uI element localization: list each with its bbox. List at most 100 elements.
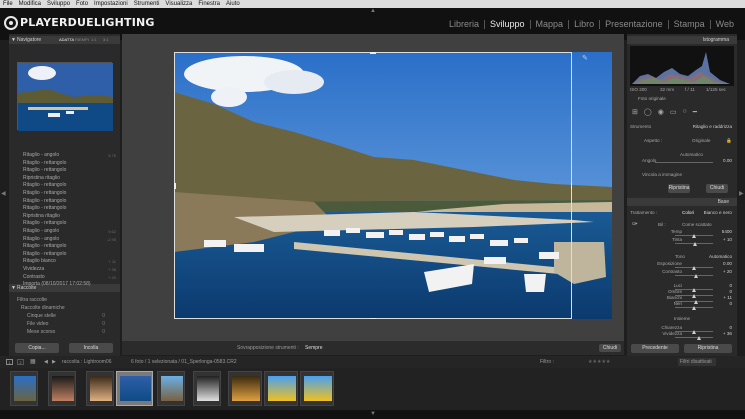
- nav-option-1to1[interactable]: 1:1: [91, 36, 97, 44]
- slider-knob[interactable]: [696, 336, 701, 340]
- nav-back-icon[interactable]: ◀: [44, 356, 48, 368]
- crop-reset-button[interactable]: Ripristina: [668, 184, 690, 193]
- filmstrip-thumbnail[interactable]: [228, 371, 262, 406]
- filmstrip-thumbnail[interactable]: [10, 371, 38, 406]
- treatment-color[interactable]: Colori: [682, 210, 694, 216]
- filmstrip-thumbnail[interactable]: [264, 371, 298, 406]
- menu-item-7[interactable]: Finestra: [198, 0, 220, 8]
- menu-item-5[interactable]: Strumenti: [134, 0, 160, 8]
- navigator-header[interactable]: ▼ Navigatore ADATTA RIEMPI 1:1 3:1: [9, 36, 120, 44]
- history-item[interactable]: Ritaglio - rettangolo: [9, 243, 120, 251]
- history-item[interactable]: Ripristina ritaglio: [9, 213, 120, 221]
- original-photo-toggle[interactable]: Foto originale: [630, 96, 734, 102]
- nav-option-fit[interactable]: ADATTA: [59, 36, 74, 44]
- menu-item-6[interactable]: Visualizza: [165, 0, 192, 8]
- filmstrip-thumbnail[interactable]: [86, 371, 114, 406]
- history-item[interactable]: Importa (08/10/2017 17:02:58): [9, 281, 120, 289]
- history-item[interactable]: Ripristina ritaglio: [9, 175, 120, 183]
- angle-slider[interactable]: [655, 162, 713, 163]
- collection-item[interactable]: Cinque stelle 0: [27, 312, 109, 320]
- nav-option-fill[interactable]: RIEMPI: [75, 36, 89, 44]
- menu-item-0[interactable]: File: [3, 0, 13, 8]
- menu-item-2[interactable]: Sviluppo: [47, 0, 70, 8]
- history-item[interactable]: Ritaglio - rettangolo: [9, 167, 120, 175]
- collapse-bottom-icon[interactable]: ▼: [370, 411, 376, 417]
- crop-handle-right[interactable]: [570, 183, 572, 189]
- crop-handle-left[interactable]: [174, 183, 176, 189]
- nav-forward-icon[interactable]: ▶: [52, 356, 56, 368]
- collection-item[interactable]: Mese scorso 0: [27, 328, 109, 336]
- history-item[interactable]: Ritaglio - angolo 9.62: [9, 228, 120, 236]
- module-libreria[interactable]: Libreria: [444, 20, 485, 29]
- history-item[interactable]: Ritaglio - rettangolo: [9, 182, 120, 190]
- collapse-right-icon[interactable]: ▶: [739, 190, 744, 197]
- collection-item[interactable]: File video 0: [27, 320, 109, 328]
- crop-overlay[interactable]: [174, 52, 572, 319]
- filmstrip-thumbnail[interactable]: [193, 371, 221, 406]
- crop-done-button[interactable]: Chiudi: [599, 344, 621, 352]
- slider-knob[interactable]: [694, 274, 699, 278]
- spot-removal-icon[interactable]: ◯: [644, 108, 652, 117]
- history-item[interactable]: Ritaglio - rettangolo: [9, 251, 120, 259]
- graduated-filter-icon[interactable]: ▭: [670, 108, 677, 117]
- grid-icon[interactable]: ▦: [30, 356, 36, 368]
- filmstrip-thumbnail[interactable]: [300, 371, 334, 406]
- slider-knob[interactable]: [692, 242, 697, 246]
- module-libro[interactable]: Libro: [569, 20, 601, 29]
- filter-select[interactable]: Filtri disattivati: [678, 358, 716, 366]
- radial-filter-icon[interactable]: ○: [682, 108, 686, 117]
- overlay-value[interactable]: Sempre: [305, 341, 323, 355]
- lock-icon[interactable]: 🔒: [726, 138, 732, 144]
- navigator-preview[interactable]: [17, 62, 113, 131]
- menu-item-3[interactable]: Foto: [76, 0, 88, 8]
- history-item[interactable]: Ritaglio - angolo -2.95: [9, 236, 120, 244]
- filmstrip-thumbnail[interactable]: [157, 371, 185, 406]
- module-stampa[interactable]: Stampa: [669, 20, 711, 29]
- histogram-header[interactable]: Istogramma: [627, 36, 737, 44]
- module-presentazione[interactable]: Presentazione: [600, 20, 669, 29]
- crop-tool-icon[interactable]: ⊞: [632, 108, 638, 117]
- collection-item[interactable]: Raccolte dinamiche: [21, 304, 109, 312]
- module-web[interactable]: Web: [711, 20, 739, 29]
- crop-handle-top[interactable]: [370, 52, 376, 54]
- slider-track[interactable]: [675, 337, 713, 338]
- history-item[interactable]: Vividezza + 36: [9, 266, 120, 274]
- module-mappa[interactable]: Mappa: [531, 20, 570, 29]
- crop-handle-bottom[interactable]: [370, 317, 376, 319]
- collapse-top-icon[interactable]: ▲: [370, 8, 376, 14]
- module-sviluppo[interactable]: Sviluppo: [485, 20, 531, 29]
- page-2[interactable]: 2: [17, 359, 24, 365]
- treatment-bw[interactable]: Bianco e nero: [704, 210, 732, 216]
- history-item[interactable]: Contrasto + 20: [9, 274, 120, 282]
- history-item[interactable]: Ritaglio - rettangolo: [9, 160, 120, 168]
- history-item[interactable]: Ritaglio bianco + 11: [9, 258, 120, 266]
- star-filter-icon[interactable]: ★★★★★: [588, 356, 610, 368]
- collapse-left-icon[interactable]: ◀: [1, 190, 6, 197]
- filmstrip-thumbnail[interactable]: [116, 371, 153, 406]
- menu-item-1[interactable]: Modifica: [19, 0, 41, 8]
- basic-header[interactable]: Base: [627, 198, 737, 206]
- collections-filter[interactable]: Filtra raccolte: [17, 296, 109, 304]
- red-eye-icon[interactable]: ◉: [658, 108, 664, 117]
- slider-knob[interactable]: [692, 306, 696, 310]
- straighten-tool-icon[interactable]: ✎: [582, 54, 588, 62]
- crop-close-button[interactable]: Chiudi: [706, 184, 728, 193]
- paste-button[interactable]: Incolla: [69, 343, 113, 353]
- previous-button[interactable]: Precedente: [631, 344, 679, 353]
- aspect-select[interactable]: Originale: [692, 138, 710, 144]
- history-item[interactable]: Ritaglio - rettangolo: [9, 205, 120, 213]
- wb-select[interactable]: Come scattato: [682, 222, 712, 228]
- adjustment-brush-icon[interactable]: ━: [693, 108, 697, 117]
- filmstrip-thumbnail[interactable]: [48, 371, 76, 406]
- reset-button[interactable]: Ripristina: [684, 344, 732, 353]
- constrain-checkbox[interactable]: Vincola a immagine: [630, 172, 734, 178]
- history-item[interactable]: Ritaglio - rettangolo: [9, 190, 120, 198]
- menu-item-4[interactable]: Impostazioni: [94, 0, 128, 8]
- history-item[interactable]: Ritaglio - rettangolo: [9, 198, 120, 206]
- copy-button[interactable]: Copia...: [15, 343, 59, 353]
- history-item[interactable]: Ritaglio - rettangolo: [9, 220, 120, 228]
- nav-option-3to1[interactable]: 3:1: [103, 36, 109, 44]
- filmstrip-source[interactable]: raccolta : Lightroom06: [62, 356, 111, 368]
- page-1[interactable]: 1: [6, 359, 13, 365]
- history-item[interactable]: Ritaglio - angolo 5.76: [9, 152, 120, 160]
